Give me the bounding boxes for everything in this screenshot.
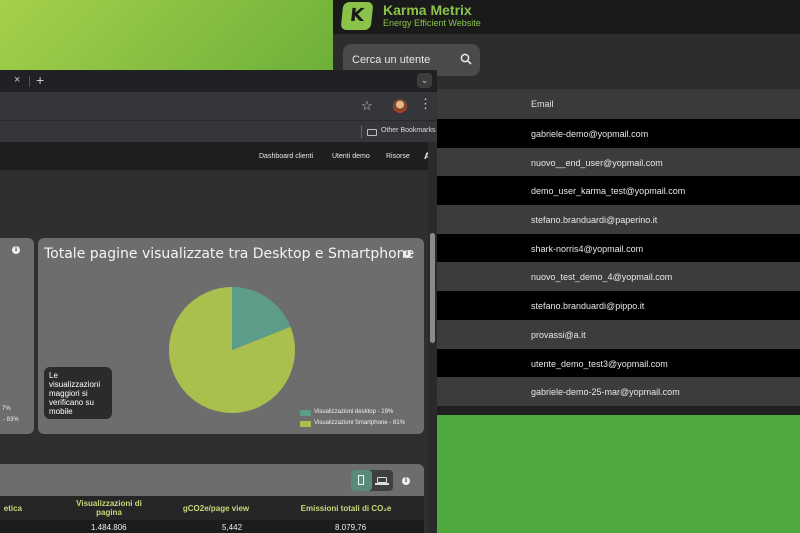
pageviews-chart-card: Totale pagine visualizzate tra Desktop e…: [38, 238, 424, 434]
chart-title: Totale pagine visualizzate tra Desktop e…: [44, 246, 415, 262]
desktop-background: [0, 0, 333, 70]
cell-gco2e: 5,442: [222, 523, 243, 532]
legend-fragment-2: - 83%: [3, 417, 19, 423]
close-tab-icon[interactable]: ×: [14, 74, 20, 86]
logo-letter: K: [348, 5, 366, 26]
brand-tagline: Energy Efficient Website: [383, 18, 481, 28]
search-placeholder: Cerca un utente: [352, 54, 431, 66]
column-header-gco2e[interactable]: gCO2e/page view: [166, 504, 266, 513]
bookmark-star-icon[interactable]: ☆: [361, 98, 373, 114]
info-icon[interactable]: i: [402, 477, 410, 485]
karma-logo-icon[interactable]: K: [340, 2, 374, 30]
site-nav: Dashboard clienti Utenti demo Risorse A: [0, 142, 428, 170]
legend-label-desktop: Visualizzazioni desktop - 19%: [314, 409, 394, 415]
insight-callout: Le visualizzazioni maggiori si verifican…: [44, 367, 112, 419]
bookmarks-separator: [361, 126, 362, 138]
search-icon[interactable]: [460, 53, 472, 65]
web-page: Dashboard clienti Utenti demo Risorse A …: [0, 142, 428, 533]
chart-legend: Visualizzazioni desktop - 19% Visualizza…: [300, 409, 405, 431]
emissions-table-card: i etica Visualizzazioni di pagina gCO2e/…: [0, 464, 424, 533]
desktop-background-bottom: [437, 415, 800, 533]
app-header: K Karma Metrix Energy Efficient Website: [333, 0, 800, 34]
nav-dashboard-clienti[interactable]: Dashboard clienti: [259, 153, 313, 160]
smartphone-icon: [358, 475, 364, 485]
column-header-pageviews[interactable]: Visualizzazioni di pagina: [64, 499, 154, 517]
other-bookmarks-link[interactable]: Other Bookmarks: [381, 127, 435, 134]
smartphone-toggle-button[interactable]: [351, 470, 372, 491]
scroll-thumb[interactable]: [430, 233, 435, 343]
nav-risorse[interactable]: Risorse: [386, 153, 410, 160]
brand-name: Karma Metrix: [383, 2, 472, 18]
tab-strip: × + ⌄: [0, 70, 437, 92]
legend-swatch-desktop: [300, 410, 311, 416]
cell-emissions: 8.079,76: [335, 523, 367, 532]
table-header: etica Visualizzazioni di pagina gCO2e/pa…: [0, 496, 424, 520]
legend-item-smartphone[interactable]: Visualizzazioni Smartphone - 81%: [300, 420, 405, 431]
browser-menu-icon[interactable]: ⋮: [419, 96, 432, 112]
browser-window: × + ⌄ ☆ ⋮ Other Bookmarks Dashboard clie…: [0, 70, 437, 533]
column-header-category[interactable]: etica: [0, 504, 22, 513]
legend-fragment-1: 7%: [2, 406, 11, 412]
browser-toolbar: ☆ ⋮: [0, 92, 437, 120]
info-icon[interactable]: i: [12, 246, 20, 254]
tab-separator: [29, 76, 30, 87]
folder-icon[interactable]: [367, 129, 377, 136]
pie-chart: [169, 287, 295, 413]
table-row: 1.484.806 5,442 8.079,76: [0, 520, 424, 533]
page-scrollbar[interactable]: [428, 142, 437, 533]
device-toggle: [351, 470, 393, 491]
cell-pageviews: 1.484.806: [91, 523, 127, 532]
legend-swatch-smartphone: [300, 421, 311, 427]
legend-label-smartphone: Visualizzazioni Smartphone - 81%: [314, 420, 405, 426]
legend-item-desktop[interactable]: Visualizzazioni desktop - 19%: [300, 409, 405, 420]
new-tab-button[interactable]: +: [36, 72, 44, 88]
previous-chart-card: i 7% - 83%: [0, 238, 34, 434]
column-header-emissions[interactable]: Emissioni totali di CO₂e: [286, 504, 406, 513]
nav-utenti-demo[interactable]: Utenti demo: [332, 153, 370, 160]
profile-avatar[interactable]: [393, 99, 407, 113]
tab-search-button[interactable]: ⌄: [417, 73, 432, 88]
bookmarks-bar: Other Bookmarks: [0, 120, 437, 142]
info-icon[interactable]: i: [403, 250, 411, 258]
